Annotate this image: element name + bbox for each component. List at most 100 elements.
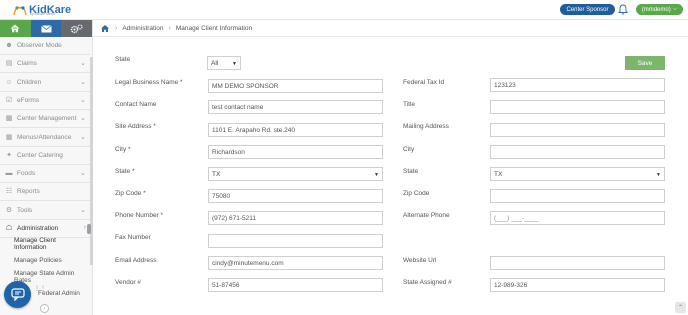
website-url-field[interactable]	[490, 256, 665, 270]
sidebar-item-administration[interactable]: ☖ Administration ›	[0, 221, 90, 235]
state-filter-label: State	[115, 56, 131, 63]
vendor-number-field[interactable]: 51-87456	[208, 278, 383, 292]
sidebar-item-eforms[interactable]: ☑ eForms ⌄	[0, 93, 90, 107]
state-filter-select[interactable]: All ▼	[207, 56, 241, 70]
dropdown-caret-icon: ▼	[232, 61, 237, 67]
phone-number-field[interactable]: (972) 671-5211	[208, 211, 383, 225]
alternate-phone-field[interactable]: (___) ___-____	[490, 211, 665, 225]
sidebar-divider	[0, 164, 90, 165]
federal-tax-id-field[interactable]: 123123	[490, 78, 665, 92]
breadcrumb-administration[interactable]: Administration	[122, 25, 163, 32]
collapse-sidebar-button[interactable]: ‹	[40, 304, 49, 313]
federal-tax-id-label: Federal Tax Id	[403, 79, 445, 86]
drag-handle-icon[interactable]: ⋮⋮	[34, 286, 46, 296]
admin-icon: ☖	[5, 225, 13, 232]
chevron-left-icon: ‹	[43, 305, 46, 312]
mailing-city-field[interactable]	[490, 145, 665, 159]
state-select[interactable]: TX ▼	[208, 167, 383, 181]
sidebar-subitem-manage-client-information[interactable]: Manage Client Information	[14, 237, 90, 251]
tab-messages[interactable]	[30, 20, 80, 37]
vendor-number-label: Vendor #	[115, 279, 142, 286]
sidebar-divider	[0, 91, 90, 92]
dropdown-caret-icon: ▼	[656, 172, 661, 178]
state-assigned-number-label: State Assigned #	[403, 279, 452, 286]
city-label: City *	[115, 146, 131, 153]
chevron-down-icon: ⌄	[80, 134, 86, 141]
state-label: State *	[115, 168, 135, 175]
center-sponsor-button[interactable]: Center Sponsor	[560, 4, 615, 15]
food-icon: ▬	[5, 169, 13, 177]
sidebar-item-center-catering[interactable]: ✦ Center Catering	[0, 148, 90, 162]
sidebar-item-center-management[interactable]: ▩ Center Management ⌄	[0, 111, 90, 125]
gears-icon	[70, 23, 83, 33]
gear-icon: ⚙	[5, 207, 13, 214]
state-select-value: TX	[212, 170, 221, 178]
user-menu-button[interactable]: (mmdemo) ⌵	[636, 4, 683, 15]
title-label: Title	[403, 101, 416, 108]
site-address-label: Site Address *	[115, 123, 156, 130]
breadcrumb-manage-client-information: Manage Client Information	[175, 24, 253, 32]
sidebar-subitem-manage-policies[interactable]: Manage Policies	[14, 254, 90, 267]
sidebar-item-label: Claims	[17, 59, 37, 67]
site-address-field[interactable]: 1101 E. Arapaho Rd. ste.240	[208, 123, 383, 137]
building-icon: ▩	[5, 115, 13, 122]
file-icon: ▤	[5, 60, 13, 67]
mailing-zip-code-field[interactable]	[490, 189, 665, 203]
sidebar-divider	[0, 109, 90, 110]
home-icon[interactable]	[100, 24, 110, 33]
breadcrumb-separator: ›	[115, 24, 118, 32]
sidebar-divider	[0, 54, 90, 55]
sidebar-item-children[interactable]: ☺ Children ⌄	[0, 75, 90, 89]
tab-home[interactable]	[0, 20, 31, 37]
sidebar-subitem-label: Manage State Admin Rates	[14, 269, 75, 284]
mailing-address-field[interactable]	[490, 123, 665, 137]
mailing-city-label: City	[403, 146, 415, 153]
mailing-zip-code-label: Zip Code	[403, 190, 430, 197]
mailing-state-select[interactable]: TX ▼	[490, 167, 665, 181]
legal-business-name-label: Legal Business Name *	[115, 79, 183, 86]
chevron-down-icon: ⌄	[80, 207, 86, 214]
user-name: (mmdemo)	[641, 6, 671, 13]
sidebar-divider	[0, 182, 90, 183]
sidebar-subitem-label: Manage Policies	[14, 257, 62, 264]
zip-code-label: Zip Code *	[115, 190, 146, 197]
contact-name-field[interactable]: test contact name	[208, 100, 383, 114]
state-filter-value: All	[211, 59, 219, 67]
sidebar-item-label: Reports	[17, 187, 40, 195]
dropdown-caret-icon: ▼	[374, 172, 379, 178]
sidebar-item-reports[interactable]: ☷ Reports	[0, 184, 90, 198]
sidebar-item-tools[interactable]: ⚙ Tools ⌄	[0, 203, 90, 217]
title-field[interactable]	[490, 100, 665, 114]
kidkare-logo-icon	[13, 6, 27, 16]
fax-number-field[interactable]	[208, 234, 383, 248]
city-field[interactable]: Richardson	[208, 145, 383, 159]
save-button[interactable]: Save	[625, 56, 665, 70]
chevron-up-icon: ⌃	[677, 305, 684, 311]
tab-settings[interactable]	[61, 20, 93, 37]
sidebar-item-label: Tools	[17, 206, 33, 214]
sidebar-item-label: Foods	[17, 169, 36, 177]
active-item-marker	[87, 224, 91, 234]
sidebar-item-label: Children	[17, 78, 42, 86]
scroll-to-top-button[interactable]: ⌃	[675, 302, 686, 313]
sidebar-item-observer-mode[interactable]: ☻ Observer Mode	[0, 38, 90, 52]
report-icon: ☷	[5, 188, 13, 195]
fax-number-label: Fax Number	[115, 234, 151, 241]
sidebar-item-label: Observer Mode	[17, 41, 62, 49]
sidebar-item-menus-attendance[interactable]: ▦ Menus/Attendance ⌄	[0, 130, 90, 144]
email-address-field[interactable]: cindy@minutemenu.com	[208, 256, 383, 270]
sidebar-divider	[0, 72, 90, 73]
sidebar-divider	[0, 146, 90, 147]
chat-button[interactable]	[4, 281, 31, 308]
bell-icon[interactable]	[618, 4, 628, 15]
child-icon: ☺	[5, 78, 13, 86]
sidebar-item-label: Center Management	[17, 114, 77, 122]
sidebar-item-claims[interactable]: ▤ Claims ⌄	[0, 56, 90, 70]
zip-code-field[interactable]: 75080	[208, 189, 383, 203]
sidebar-item-label: Administration	[17, 224, 59, 232]
sidebar-divider	[0, 200, 90, 201]
legal-business-name-field[interactable]: MM DEMO SPONSOR	[208, 79, 383, 93]
sidebar-item-foods[interactable]: ▬ Foods ⌄	[0, 166, 90, 180]
sidebar-subitem-manage-state-admin-rates[interactable]: Manage State Admin Rates	[14, 269, 90, 284]
state-assigned-number-field[interactable]: 12-989-326	[490, 278, 665, 292]
